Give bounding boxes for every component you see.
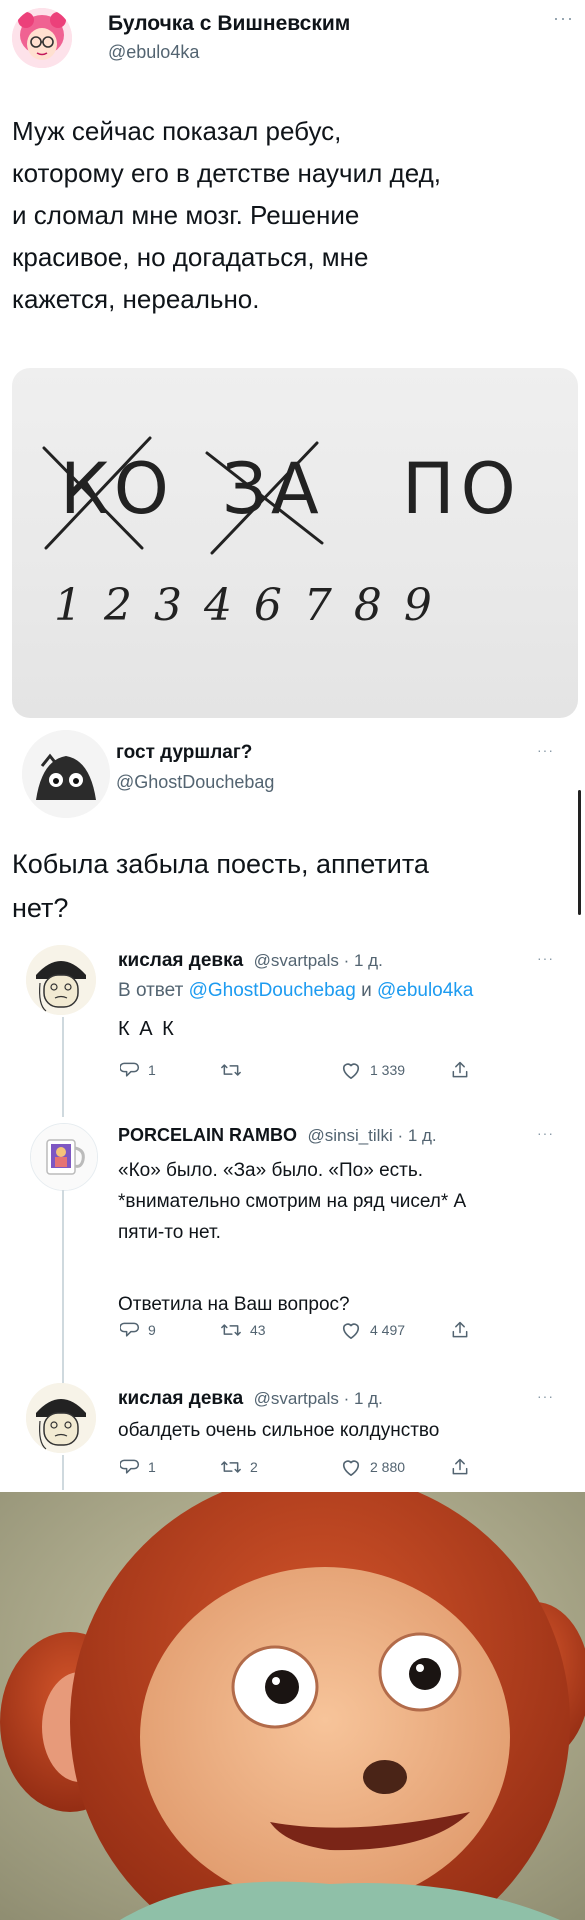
author-handle[interactable]: @ebulo4ka <box>108 42 199 63</box>
reply3-text-line <box>118 1248 466 1279</box>
monkey-puppet-meme-image <box>0 1492 585 1920</box>
avatar-wojak-icon <box>26 1383 96 1453</box>
reply3-text-line: «Ко» было. «За» было. «По» есть. <box>118 1160 424 1181</box>
reply-button[interactable]: 1 <box>120 1060 220 1080</box>
reply4-avatar[interactable] <box>26 1383 96 1453</box>
reply3-more-icon[interactable]: ··· <box>537 1125 554 1141</box>
reply3-avatar[interactable] <box>30 1123 98 1191</box>
reply2-text: К А К <box>118 1018 176 1040</box>
share-button[interactable] <box>450 1320 470 1340</box>
avatar-ghost-icon <box>22 730 110 818</box>
retweet-button[interactable]: 2 <box>220 1457 340 1477</box>
tweet-text: Муж сейчас показал ребус, которому его в… <box>12 110 441 320</box>
reply1-more-icon[interactable]: ··· <box>537 742 554 758</box>
share-icon <box>452 1321 468 1338</box>
like-button[interactable]: 1 339 <box>340 1060 450 1080</box>
reply3-text-line: Ответила на Ваш вопрос? <box>118 1294 350 1315</box>
retweet-button[interactable] <box>220 1060 340 1080</box>
reply4-author-name[interactable]: кислая девка <box>118 1388 243 1409</box>
reply4-text: обалдеть очень сильное колдунство <box>118 1420 440 1441</box>
reply2-more-icon[interactable]: ··· <box>537 950 554 966</box>
avatar-mug-icon <box>31 1124 97 1190</box>
retweet-button[interactable]: 43 <box>220 1320 340 1340</box>
reply-count: 9 <box>148 1322 156 1338</box>
reply3-header: PORCELAIN RAMBO @sinsi_tilki · 1 д. <box>118 1125 437 1146</box>
like-count: 4 497 <box>370 1322 406 1338</box>
reply3-meta[interactable]: @sinsi_tilki · 1 д. <box>307 1126 436 1145</box>
author-avatar[interactable] <box>12 8 72 68</box>
rebus-digits: 1 2 3 4 6 7 8 9 <box>54 580 436 631</box>
rebus-drawing <box>42 436 324 555</box>
reply4-actions: 1 2 2 880 <box>120 1457 500 1477</box>
reply2-header: кислая девка @svartpals · 1 д. <box>118 950 383 972</box>
share-button[interactable] <box>450 1457 470 1477</box>
reply3-actions: 9 43 4 497 <box>120 1320 500 1340</box>
reply4-meta[interactable]: @svartpals · 1 д. <box>254 1389 383 1408</box>
monkey-puppet-icon <box>0 1492 585 1920</box>
rebus-word-po: ПО <box>402 448 522 530</box>
reply-to-and: и <box>361 980 372 1001</box>
reply-count: 1 <box>148 1459 156 1475</box>
reply1-text: Кобыла забыла поесть, аппетита нет? <box>12 842 429 930</box>
tweet-text-line: кажется, нереально. <box>12 284 260 314</box>
reply-to-user-link[interactable]: @ebulo4ka <box>377 980 473 1001</box>
reply4-more-icon[interactable]: ··· <box>537 1388 554 1404</box>
tweet-text-line: красивое, но догадаться, мне <box>12 242 369 272</box>
reply1-author-name[interactable]: гост дуршлаг? <box>116 742 252 764</box>
reply-icon <box>120 1062 140 1077</box>
thread-line <box>62 1190 64 1405</box>
rebus-word-za: ЗА <box>222 448 323 530</box>
retweet-icon <box>221 1064 241 1076</box>
reply3-author-name[interactable]: PORCELAIN RAMBO <box>118 1125 297 1145</box>
reply1-text-line: Кобыла забыла поесть, аппетита <box>12 849 429 879</box>
reply2-reply-to: В ответ @GhostDouchebag и @ebulo4ka <box>118 980 473 1002</box>
heart-icon <box>342 1063 360 1079</box>
reply-count: 1 <box>148 1062 156 1078</box>
retweet-icon <box>221 1324 241 1336</box>
reply-icon <box>120 1459 140 1474</box>
reply2-meta[interactable]: @svartpals · 1 д. <box>254 951 383 970</box>
reply4-header: кислая девка @svartpals · 1 д. <box>118 1388 383 1410</box>
share-icon <box>452 1061 468 1078</box>
tweet-text-line: и сломал мне мозг. Решение <box>12 200 360 230</box>
tweet-text-line: которому его в детстве научил дед, <box>12 158 441 188</box>
reply-to-prefix: В ответ <box>118 980 184 1001</box>
reply-icon <box>120 1322 140 1337</box>
heart-icon <box>342 1323 360 1339</box>
thread-line <box>62 1017 64 1117</box>
like-button[interactable]: 2 880 <box>340 1457 450 1477</box>
tweet-text-line: Муж сейчас показал ребус, <box>12 116 342 146</box>
reply2-avatar[interactable] <box>26 945 96 1015</box>
avatar-wojak-icon <box>26 945 96 1015</box>
like-count: 2 880 <box>370 1459 406 1475</box>
reply1-handle[interactable]: @GhostDouchebag <box>116 772 274 793</box>
more-options-icon[interactable]: ··· <box>553 8 574 29</box>
thread-line <box>62 1455 64 1490</box>
reply-to-user-link[interactable]: @GhostDouchebag <box>189 980 356 1001</box>
scrollbar[interactable] <box>578 790 581 915</box>
reply2-author-name[interactable]: кислая девка <box>118 950 243 971</box>
reply3-text-line: пяти-то нет. <box>118 1222 221 1243</box>
reply2-actions: 1 1 339 <box>120 1060 500 1080</box>
rebus-word-ko: КО <box>60 448 173 530</box>
reply1-avatar[interactable] <box>22 730 110 818</box>
reply3-text-line: *внимательно смотрим на ряд чисел* А <box>118 1191 467 1212</box>
retweet-count: 43 <box>250 1322 266 1338</box>
reply-button[interactable]: 9 <box>120 1320 220 1340</box>
avatar-girl-icon <box>12 8 72 68</box>
heart-icon <box>342 1460 360 1476</box>
like-button[interactable]: 4 497 <box>340 1320 450 1340</box>
retweet-icon <box>221 1461 241 1473</box>
reply1-text-line: нет? <box>12 893 69 923</box>
author-name[interactable]: Булочка с Вишневским <box>108 12 350 36</box>
retweet-count: 2 <box>250 1459 258 1475</box>
like-count: 1 339 <box>370 1062 406 1078</box>
reply3-text: «Ко» было. «За» было. «По» есть. *внимат… <box>118 1155 466 1320</box>
share-icon <box>452 1458 468 1475</box>
reply-button[interactable]: 1 <box>120 1457 220 1477</box>
tweet-image[interactable]: КО ЗА ПО 1 2 3 4 6 7 8 9 <box>12 368 578 718</box>
share-button[interactable] <box>450 1060 470 1080</box>
